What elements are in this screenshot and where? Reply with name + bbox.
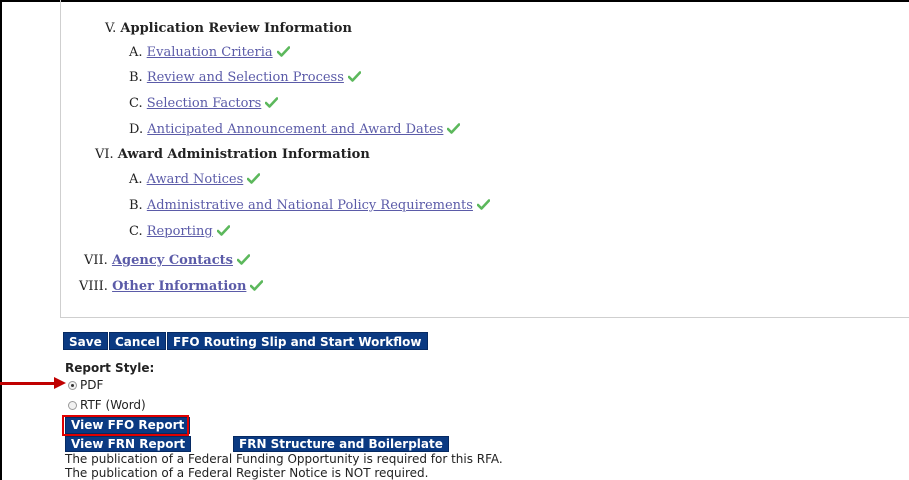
link-administrative-policy-requirements[interactable]: Administrative and National Policy Requi… xyxy=(147,198,473,213)
section-number: VIII. xyxy=(79,279,108,294)
section-number: V. xyxy=(105,21,117,36)
outline-section-v: V. Application Review Information xyxy=(105,21,352,37)
outline-item-announcement-dates: D. Anticipated Announcement and Award Da… xyxy=(129,122,461,138)
radio-button-pdf[interactable] xyxy=(68,380,77,390)
check-icon xyxy=(247,173,261,184)
check-icon xyxy=(476,199,490,210)
section-heading: Award Administration Information xyxy=(117,147,370,162)
ffo-routing-slip-button[interactable]: FFO Routing Slip and Start Workflow xyxy=(167,332,428,350)
frn-publication-note: The publication of a Federal Register No… xyxy=(65,466,429,480)
outline-item-evaluation-criteria: A. Evaluation Criteria xyxy=(129,45,290,61)
item-letter: C. xyxy=(129,96,143,111)
section-number: VII. xyxy=(84,253,108,268)
arrow-right-icon-shaft xyxy=(0,382,56,385)
radio-label-pdf: PDF xyxy=(80,378,104,392)
link-award-notices[interactable]: Award Notices xyxy=(147,172,244,187)
check-icon xyxy=(265,97,279,108)
save-button[interactable]: Save xyxy=(63,332,108,350)
outline-item-award-notices: A. Award Notices xyxy=(129,172,261,188)
item-letter: B. xyxy=(129,198,143,213)
ffo-publication-note: The publication of a Federal Funding Opp… xyxy=(65,452,503,466)
section-number: VI. xyxy=(95,147,114,162)
report-style-label: Report Style: xyxy=(65,361,155,375)
radio-button-rtf[interactable] xyxy=(68,400,77,410)
outline-item-reporting: C. Reporting xyxy=(129,224,230,240)
link-anticipated-announcement-dates[interactable]: Anticipated Announcement and Award Dates xyxy=(147,122,443,137)
frn-structure-boilerplate-button[interactable]: FRN Structure and Boilerplate xyxy=(233,436,449,452)
link-agency-contacts[interactable]: Agency Contacts xyxy=(112,253,233,268)
outline-section-vi: VI. Award Administration Information xyxy=(95,147,370,163)
arrow-right-icon xyxy=(54,377,66,389)
cancel-button[interactable]: Cancel xyxy=(109,332,166,350)
radio-option-pdf[interactable]: PDF xyxy=(68,378,103,392)
link-selection-factors[interactable]: Selection Factors xyxy=(147,96,262,111)
check-icon xyxy=(447,123,461,134)
item-letter: A. xyxy=(129,172,143,187)
check-icon xyxy=(236,254,250,265)
outline-item-selection-factors: C. Selection Factors xyxy=(129,96,279,112)
check-icon xyxy=(250,280,264,291)
item-letter: B. xyxy=(129,70,143,85)
highlight-box xyxy=(62,415,189,436)
link-evaluation-criteria[interactable]: Evaluation Criteria xyxy=(147,45,273,60)
outline-section-viii: VIII. Other Information xyxy=(79,279,264,295)
radio-label-rtf: RTF (Word) xyxy=(80,398,146,412)
check-icon xyxy=(347,71,361,82)
check-icon xyxy=(276,46,290,57)
section-heading: Application Review Information xyxy=(120,21,352,36)
view-frn-report-button[interactable]: View FRN Report xyxy=(65,436,192,452)
item-letter: D. xyxy=(129,122,144,137)
outline-item-review-selection: B. Review and Selection Process xyxy=(129,70,361,86)
item-letter: C. xyxy=(129,224,143,239)
check-icon xyxy=(216,225,230,236)
outline-section-vii: VII. Agency Contacts xyxy=(84,253,250,269)
link-reporting[interactable]: Reporting xyxy=(147,224,213,239)
radio-option-rtf[interactable]: RTF (Word) xyxy=(68,398,146,412)
frame-left-border xyxy=(0,0,2,480)
link-review-and-selection-process[interactable]: Review and Selection Process xyxy=(147,70,344,85)
outline-item-policy-requirements: B. Administrative and National Policy Re… xyxy=(129,198,490,214)
link-other-information[interactable]: Other Information xyxy=(112,279,246,294)
item-letter: A. xyxy=(129,45,143,60)
